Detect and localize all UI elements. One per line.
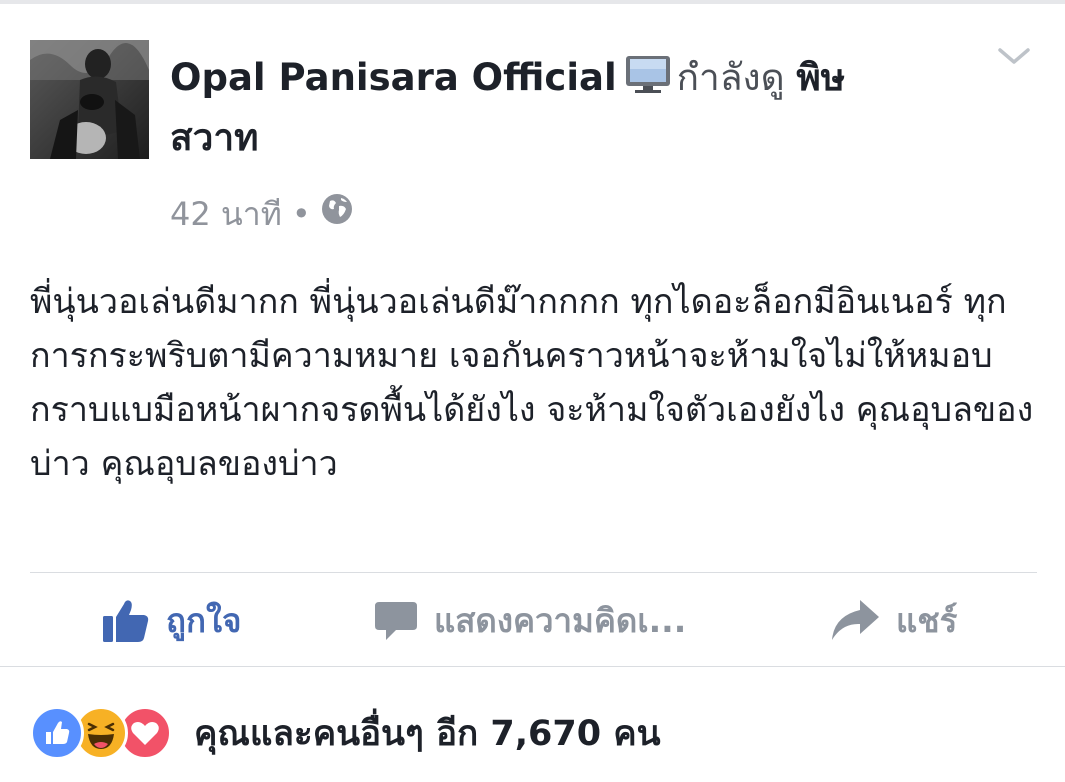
top-divider <box>0 0 1065 4</box>
comment-bubble-icon <box>375 602 417 640</box>
reactions-summary[interactable]: คุณและคนอื่นๆ อีก 7,670 คน <box>30 705 661 761</box>
post-action-bar: ถูกใจ แสดงความคิดเ... แชร์ <box>0 592 1065 648</box>
tv-icon <box>625 54 671 110</box>
post-options-chevron-icon[interactable] <box>996 42 1032 72</box>
share-label: แชร์ <box>896 600 958 640</box>
post-meta: 42 นาที • <box>170 192 353 236</box>
avatar-photo <box>30 40 149 159</box>
like-button[interactable]: ถูกใจ <box>102 592 241 648</box>
post-timestamp[interactable]: 42 นาที <box>170 192 282 236</box>
reaction-count-text: คุณและคนอื่นๆ อีก 7,670 คน <box>194 713 661 754</box>
like-label: ถูกใจ <box>166 600 242 640</box>
author-name-link[interactable]: Opal Panisara Official <box>170 56 617 99</box>
share-button[interactable]: แชร์ <box>830 592 957 648</box>
action-bar-top-divider <box>30 572 1037 573</box>
activity-label: กำลังดู <box>676 56 785 99</box>
comment-label: แสดงความคิดเ... <box>434 600 687 640</box>
globe-icon <box>321 192 353 236</box>
profile-avatar[interactable] <box>30 40 149 159</box>
comment-button[interactable]: แสดงความคิดเ... <box>374 592 686 648</box>
reactions-divider <box>0 666 1065 667</box>
like-reaction-icon <box>30 706 84 760</box>
post-body-text: พี่นุ่นวอเล่นดีมากก พี่นุ่นวอเล่นดีม๊ากก… <box>30 282 1034 484</box>
thumbs-up-icon <box>103 600 149 642</box>
post-header-title: Opal Panisara Official กำลังดู พิษสวาท <box>170 50 890 166</box>
share-arrow-icon <box>832 600 879 640</box>
meta-separator: • <box>291 195 311 233</box>
